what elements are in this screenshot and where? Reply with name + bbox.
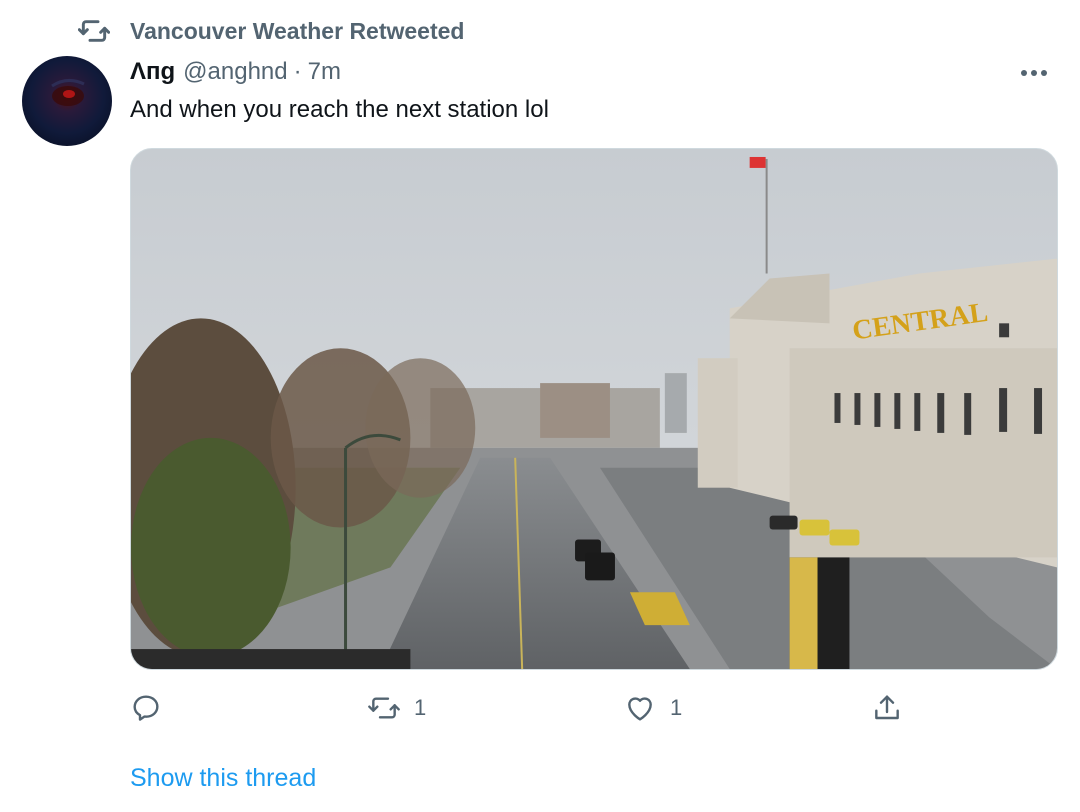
avatar-image (51, 79, 85, 106)
user-handle[interactable]: @anghnd (183, 58, 287, 86)
heart-icon (628, 697, 652, 721)
tweet-text: And when you reach the next station lol (130, 96, 549, 123)
share-button[interactable] (871, 690, 917, 726)
retweet-button[interactable]: 1 (368, 690, 426, 726)
separator: · (293, 58, 302, 85)
tweet-header: Λпɡ @anghnd · 7m (130, 58, 341, 90)
like-button[interactable]: 1 (624, 690, 682, 726)
retweet-icon (78, 20, 110, 42)
reply-button[interactable] (130, 690, 176, 726)
more-icon (1021, 70, 1047, 76)
share-icon (875, 695, 899, 720)
tweet-actions: 1 1 (130, 690, 930, 726)
more-button[interactable] (1014, 58, 1054, 88)
retweet-context-label[interactable]: Vancouver Weather Retweeted (130, 18, 464, 45)
retweet-count: 1 (414, 695, 427, 720)
like-count: 1 (670, 695, 683, 720)
reply-icon (133, 695, 159, 721)
avatar[interactable] (22, 56, 112, 146)
station-photo: CENTRAL (131, 149, 1057, 669)
show-thread-link[interactable]: Show this thread (130, 764, 316, 793)
timestamp[interactable]: 7m (308, 58, 341, 86)
retweet-context: Vancouver Weather Retweeted (78, 14, 464, 48)
tweet-photo[interactable]: CENTRAL (130, 148, 1058, 670)
display-name[interactable]: Λпɡ (130, 58, 175, 86)
tweet[interactable]: Vancouver Weather Retweeted Λпɡ @anghnd … (0, 0, 1080, 812)
retweet-icon (368, 697, 400, 719)
